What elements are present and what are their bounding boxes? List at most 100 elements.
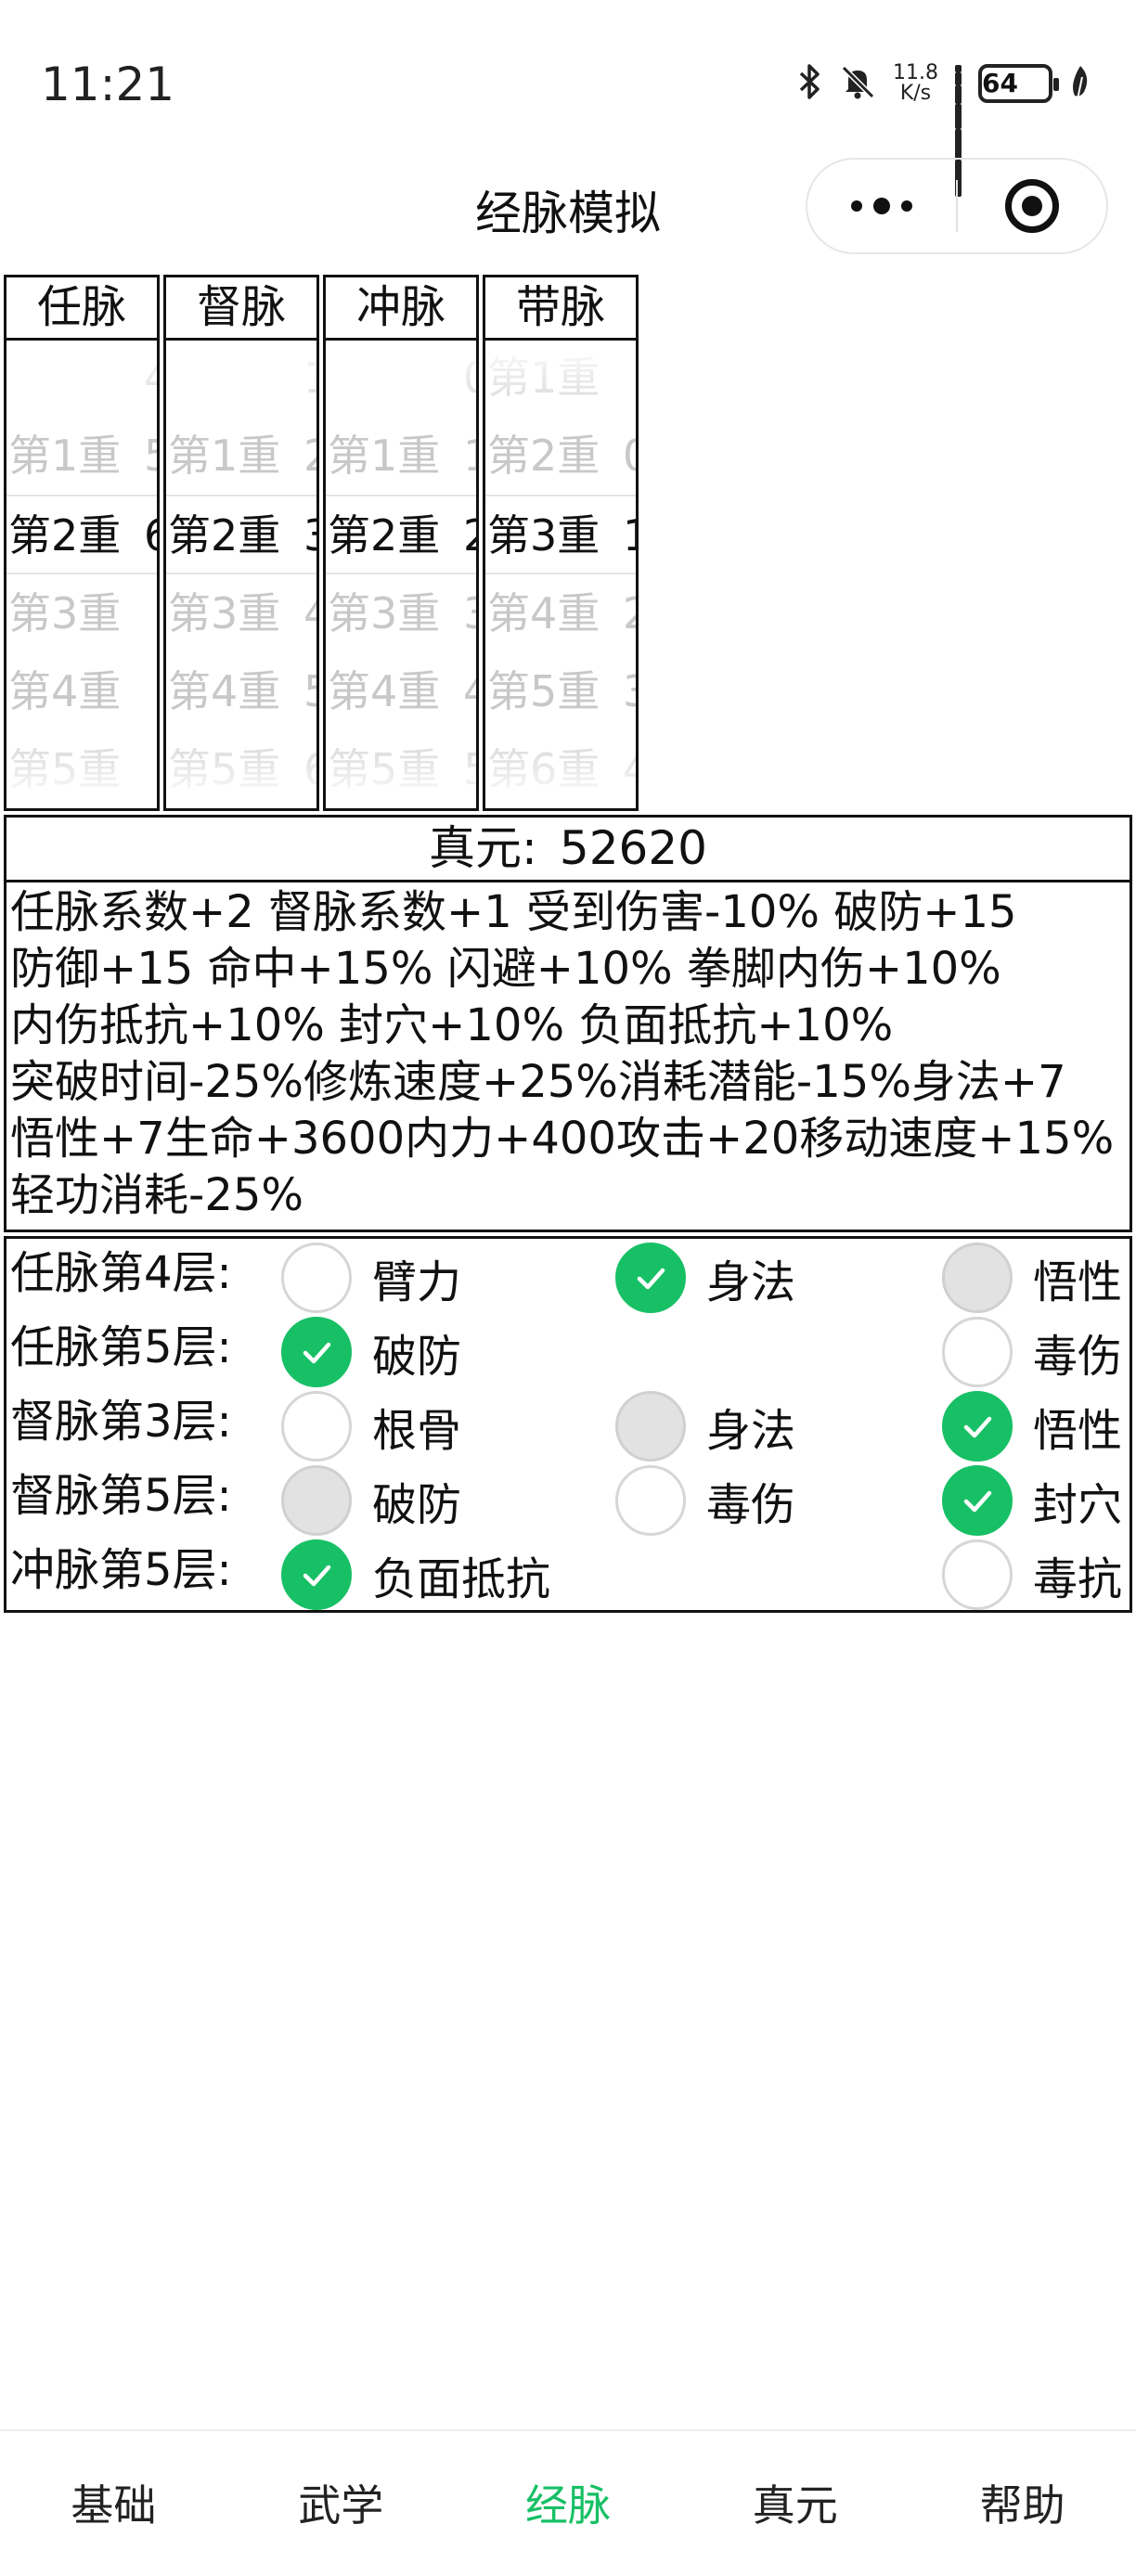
picker-option[interactable]: 第2重 0无 [485,417,636,495]
checked-circle-icon[interactable] [281,1317,352,1387]
checkbox-option[interactable]: 根骨 [281,1389,461,1463]
picker-option[interactable]: 第3重 3闪避 [326,574,476,652]
picker-column[interactable]: 督脉 1生命第1重 2内力第2重 3悟性第3重 4拳脚第4重 5封穴第5重 6督脉 [163,275,319,811]
picker-option[interactable]: 第5重 3轻功 [485,652,636,730]
picker-option[interactable]: 第4重 2移动 [485,574,636,652]
circle-checkbox-icon[interactable] [281,1391,352,1462]
tab-item[interactable]: 武学 [227,2431,455,2576]
checked-circle-icon[interactable] [942,1465,1013,1536]
mute-bell-icon [839,63,876,104]
picker-option[interactable]: 第5重 5负面 [326,730,476,808]
checked-circle-icon[interactable] [615,1243,686,1313]
picker-column[interactable]: 带脉第1重第2重 0无第3重 1生命第4重 2移动第5重 3轻功第6重 4突破 [483,275,639,811]
option-value: 5负面 [463,744,476,794]
picker-selected-option[interactable]: 第3重 1生命 [485,496,636,574]
status-icons: 11.8 K/s 64 [798,58,1091,197]
circle-checkbox-icon[interactable] [615,1465,686,1536]
zhenyuan-value: 52620 [559,821,707,875]
option-value: 2内力 [303,431,316,481]
option-grade: 第2重 [8,510,122,560]
checkbox-option[interactable]: 毒伤 [942,1315,1122,1389]
picker-wheel[interactable]: 第1重第2重 0无第3重 1生命第4重 2移动第5重 3轻功第6重 4突破 [485,341,636,808]
selection-line [485,495,636,496]
checkbox-option: 悟性 [942,1241,1122,1315]
circle-checkbox-icon[interactable] [281,1243,352,1313]
picker-wheel[interactable]: 0无第1重 1生命第2重 2防御第3重 3闪避第4重 4内伤第5重 5负面 [326,341,476,808]
tab-item[interactable]: 经脉 [455,2431,682,2576]
status-bar: 11:21 11.8 K/s 64 [0,0,1136,197]
choice-options: 任脉第4层: 臂力 身法 悟性 任脉第5层: 破防 毒伤 督脉第3层: 根骨 身法 悟性 督脉第5层:… [4,1236,1132,1613]
nav-bar: 经脉模拟 [0,158,1136,278]
picker-option[interactable]: 第1重 2内力 [166,417,316,495]
option-value: 1生命 [623,510,636,560]
picker-column[interactable]: 任脉 4身法第1重 5破防第2重 6任脉第3重第4重第5重 [4,275,160,811]
tab-item[interactable]: 真元 [681,2431,909,2576]
picker-selected-option[interactable]: 第2重 3悟性 [166,496,316,574]
picker-selected-option[interactable]: 第2重 6任脉 [6,496,157,574]
selection-line [485,573,636,574]
checkbox-option[interactable]: 臂力 [281,1241,461,1315]
option-value: 1生命 [303,353,316,403]
picker-option[interactable]: 第1重 5破防 [6,417,157,495]
picker-wheel[interactable]: 4身法第1重 5破防第2重 6任脉第3重第4重第5重 [6,341,157,808]
option-grade: 第4重 [328,666,441,716]
option-value: 4拳脚 [303,588,316,638]
picker-option[interactable]: 第5重 [6,730,157,808]
picker-selected-option[interactable]: 第2重 2防御 [326,496,476,574]
checkbox-label: 破防 [372,1479,462,1531]
option-grade: 第1重 [487,353,600,403]
option-row-label: 督脉第3层: [10,1396,232,1448]
circle-checkbox-icon[interactable] [942,1539,1013,1610]
bonus-line: 防御+15 命中+15% 闪避+10% 拳脚内伤+10% [10,943,1001,995]
checkbox-label: 根骨 [372,1405,462,1457]
option-value: 4内伤 [463,666,476,716]
picker-option[interactable]: 第4重 5封穴 [166,652,316,730]
tab-item[interactable]: 基础 [0,2431,227,2576]
zhenyuan-row: 真元: 52620 [6,818,1130,882]
checkbox-option[interactable]: 身法 [615,1241,795,1315]
option-value: 6督脉 [303,744,316,794]
picker-option[interactable]: 1生命 [166,341,316,417]
checkbox-option: 破防 [281,1463,461,1538]
net-speed: 11.8 K/s [893,61,938,105]
checked-circle-icon[interactable] [942,1391,1013,1462]
bluetooth-icon [798,63,822,104]
picker-option[interactable]: 第6重 4突破 [485,730,636,808]
picker-option[interactable]: 0无 [326,341,476,417]
bonus-line: 悟性+7生命+3600内力+400攻击+20移动速度+15% [10,1113,1115,1165]
bonus-line: 突破时间-25%修炼速度+25%消耗潜能-15%身法+7 [10,1056,1066,1108]
checkbox-option[interactable]: 毒伤 [615,1463,795,1538]
picker-column[interactable]: 冲脉 0无第1重 1生命第2重 2防御第3重 3闪避第4重 4内伤第5重 5负面 [323,275,479,811]
picker-wheel[interactable]: 1生命第1重 2内力第2重 3悟性第3重 4拳脚第4重 5封穴第5重 6督脉 [166,341,316,808]
picker-option[interactable]: 第3重 4拳脚 [166,574,316,652]
checkbox-option[interactable]: 封穴 [942,1463,1122,1538]
picker-title: 任脉 [6,277,157,341]
checkbox-option[interactable]: 悟性 [942,1389,1122,1463]
checkbox-option[interactable]: 毒抗 [942,1538,1122,1612]
checkbox-label: 身法 [706,1256,796,1308]
target-circle-icon[interactable] [958,179,1106,233]
leaf-icon [1069,64,1091,103]
tab-item[interactable]: 帮助 [909,2431,1136,2576]
mini-program-capsule [806,158,1108,254]
more-dots-icon[interactable] [807,160,956,252]
checked-circle-icon[interactable] [281,1539,352,1610]
option-value: 3轻功 [623,666,636,716]
picker-option[interactable]: 第4重 4内伤 [326,652,476,730]
picker-option[interactable]: 第4重 [6,652,157,730]
picker-option[interactable]: 第5重 6督脉 [166,730,316,808]
picker-option[interactable]: 第3重 [6,574,157,652]
option-grade: 第1重 [328,431,441,481]
option-grade: 第3重 [487,510,600,560]
circle-checkbox-icon [942,1243,1013,1313]
picker-option[interactable]: 第1重 1生命 [326,417,476,495]
checkbox-option[interactable]: 破防 [281,1315,461,1389]
circle-checkbox-icon[interactable] [942,1317,1013,1387]
option-grade: 第2重 [168,510,281,560]
checkbox-option[interactable]: 负面抵抗 [281,1538,550,1612]
bonus-list: 任脉系数+2 督脉系数+1 受到伤害-10% 破防+15 防御+15 命中+15%… [6,882,1130,1226]
option-value: 5破防 [144,431,157,481]
picker-option[interactable]: 4身法 [6,341,157,417]
picker-option[interactable]: 第1重 [485,341,636,417]
selection-line [6,573,157,574]
